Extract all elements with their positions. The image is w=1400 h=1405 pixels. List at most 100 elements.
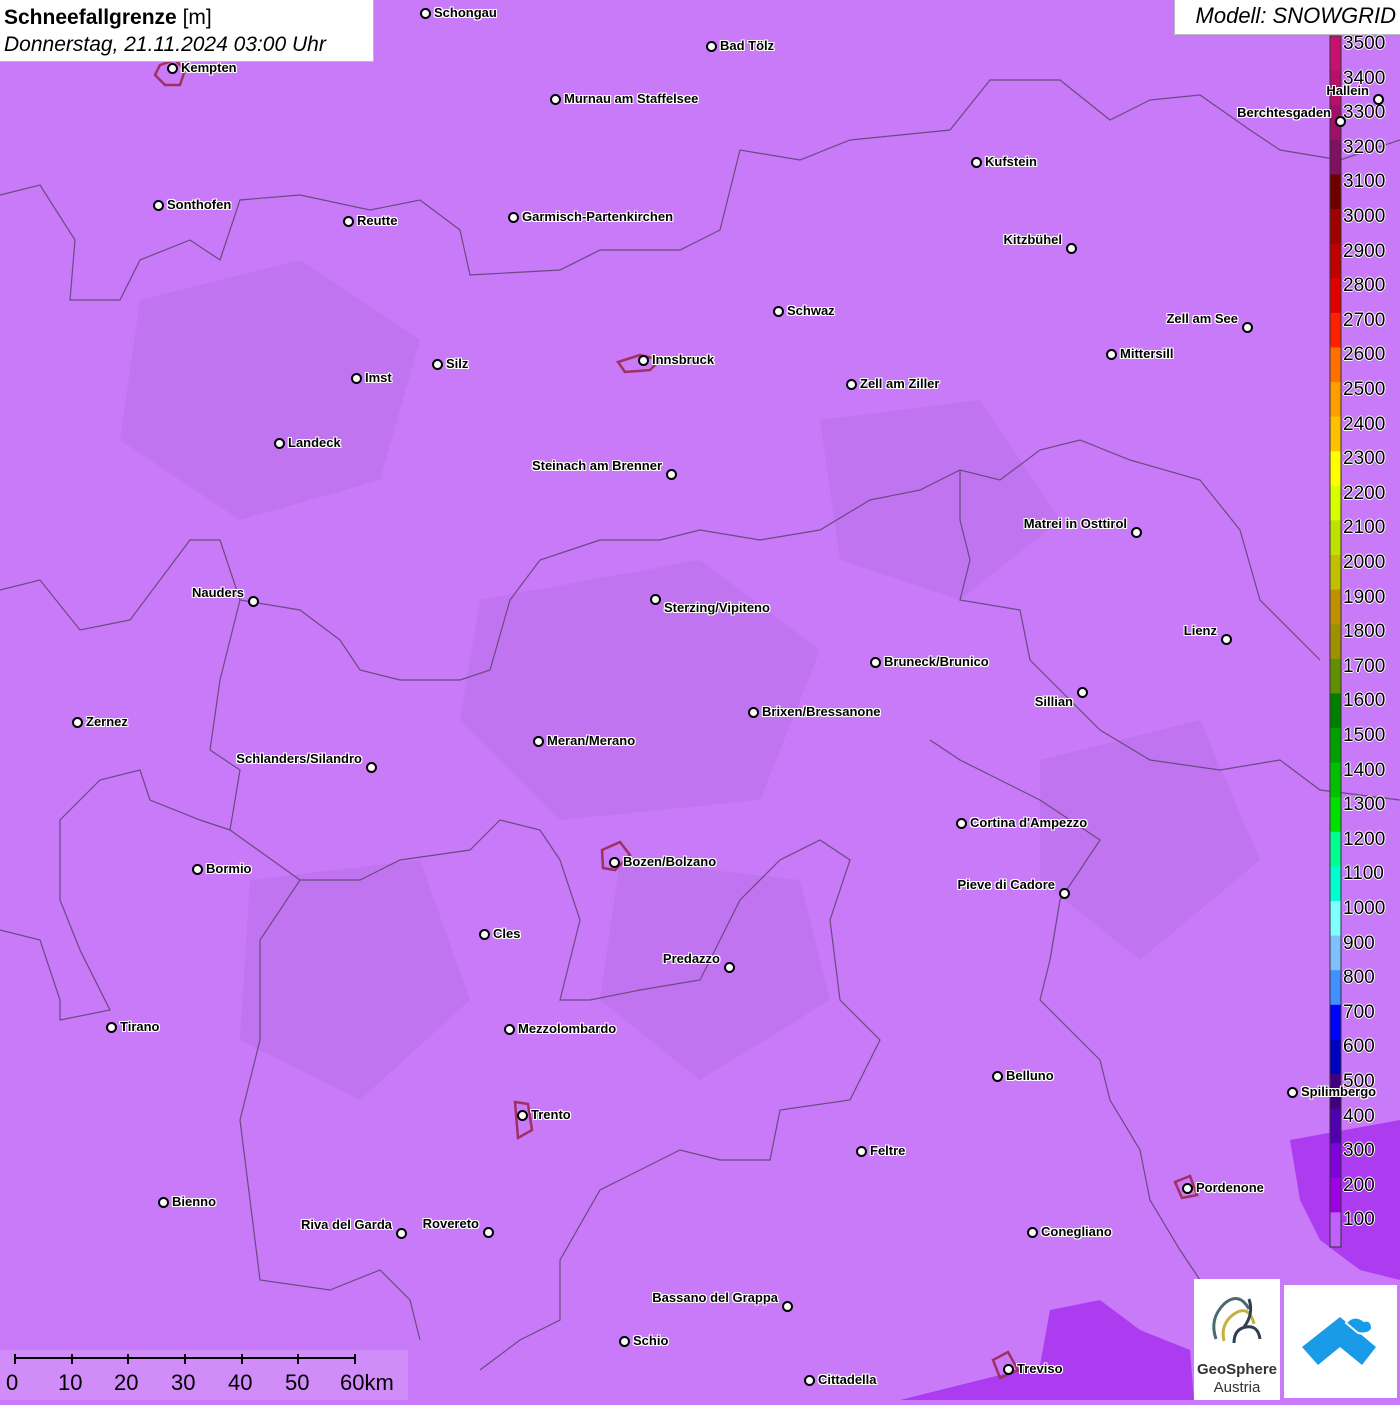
city-marker[interactable]	[1335, 116, 1346, 127]
city-label: Nauders	[191, 585, 244, 600]
legend-swatch	[1330, 589, 1341, 625]
legend-swatch	[1330, 1004, 1341, 1040]
legend-swatch	[1330, 312, 1341, 348]
city-marker[interactable]	[483, 1227, 494, 1238]
geosphere-logo[interactable]: GeoSphere Austria	[1194, 1279, 1280, 1400]
legend-swatch	[1330, 278, 1341, 314]
city-label: Spilimbergo	[1301, 1084, 1377, 1099]
city-marker[interactable]	[1287, 1087, 1298, 1098]
city-marker[interactable]	[1373, 94, 1384, 105]
city-marker[interactable]	[1131, 527, 1142, 538]
city-marker[interactable]	[517, 1110, 528, 1121]
legend-swatch	[1330, 1108, 1341, 1144]
city-marker[interactable]	[550, 94, 561, 105]
city-label: Reutte	[357, 213, 398, 228]
city-marker[interactable]	[343, 216, 354, 227]
city-marker[interactable]	[432, 359, 443, 370]
city-label: Pieve di Cadore	[957, 877, 1055, 892]
city-marker[interactable]	[706, 41, 717, 52]
city-marker[interactable]	[479, 929, 490, 940]
map-datetime: Donnerstag, 21.11.2024 03:00 Uhr	[4, 33, 326, 56]
city-label: Landeck	[288, 435, 341, 450]
city-marker[interactable]	[956, 818, 967, 829]
legend-swatch	[1330, 209, 1341, 245]
city-label: Bozen/Bolzano	[623, 854, 717, 869]
city-marker[interactable]	[1182, 1183, 1193, 1194]
city-marker[interactable]	[1066, 243, 1077, 254]
city-label: Bienno	[172, 1194, 217, 1209]
city-marker[interactable]	[1221, 634, 1232, 645]
city-marker[interactable]	[1059, 888, 1070, 899]
city-marker[interactable]	[396, 1228, 407, 1239]
legend-label: 200	[1343, 1174, 1375, 1196]
legend-swatch	[1330, 1212, 1341, 1248]
geosphere-name: GeoSphere	[1196, 1361, 1278, 1378]
legend-label: 1500	[1343, 725, 1386, 746]
legend-swatch	[1330, 1177, 1341, 1213]
app-logo[interactable]	[1284, 1285, 1397, 1398]
legend-label: 1800	[1343, 621, 1386, 643]
city-marker[interactable]	[248, 596, 259, 607]
city-label: Schwaz	[787, 303, 835, 318]
legend-label: 2400	[1343, 413, 1386, 435]
city-marker[interactable]	[609, 857, 620, 868]
legend-swatch	[1330, 347, 1341, 383]
city-label: Innsbruck	[652, 352, 715, 367]
legend-label: 2200	[1343, 482, 1386, 504]
model-label: Modell: SNOWGRID	[1174, 0, 1400, 35]
city-marker[interactable]	[971, 157, 982, 168]
city-marker[interactable]	[167, 63, 178, 74]
city-marker[interactable]	[782, 1301, 793, 1312]
city-marker[interactable]	[650, 594, 661, 605]
city-marker[interactable]	[666, 469, 677, 480]
legend-label: 1900	[1343, 586, 1386, 608]
scale-label: 60km	[340, 1370, 394, 1395]
city-marker[interactable]	[748, 707, 759, 718]
city-marker[interactable]	[274, 438, 285, 449]
title-unit: [m]	[182, 6, 212, 29]
legend-swatch	[1330, 485, 1341, 521]
city-marker[interactable]	[1077, 687, 1088, 698]
legend-swatch	[1330, 36, 1341, 72]
city-marker[interactable]	[870, 657, 881, 668]
city-marker[interactable]	[638, 355, 649, 366]
legend-swatch	[1330, 970, 1341, 1006]
city-marker[interactable]	[992, 1071, 1003, 1082]
city-marker[interactable]	[153, 200, 164, 211]
city-marker[interactable]	[773, 306, 784, 317]
city-marker[interactable]	[504, 1024, 515, 1035]
city-marker[interactable]	[846, 379, 857, 390]
city-marker[interactable]	[192, 864, 203, 875]
legend-label: 700	[1343, 1001, 1375, 1023]
city-marker[interactable]	[1027, 1227, 1038, 1238]
title-parameter: Schneefallgrenze	[4, 6, 177, 29]
city-label: Zell am Ziller	[860, 376, 940, 391]
legend-label: 1600	[1343, 690, 1386, 712]
city-marker[interactable]	[1242, 322, 1253, 333]
scale-label: 50	[285, 1370, 310, 1395]
city-label: Treviso	[1017, 1361, 1063, 1376]
city-label: Bruneck/Brunico	[884, 654, 989, 669]
city-marker[interactable]	[856, 1146, 867, 1157]
legend-label: 2500	[1343, 379, 1386, 400]
city-marker[interactable]	[1003, 1364, 1014, 1375]
city-marker[interactable]	[1106, 349, 1117, 360]
city-marker[interactable]	[508, 212, 519, 223]
city-label: Sonthofen	[167, 197, 232, 212]
legend-label: 1000	[1343, 898, 1386, 919]
legend-label: 1100	[1343, 863, 1384, 885]
city-marker[interactable]	[106, 1022, 117, 1033]
city-marker[interactable]	[351, 373, 362, 384]
city-marker[interactable]	[619, 1336, 630, 1347]
city-marker[interactable]	[420, 8, 431, 19]
legend-label: 3000	[1343, 206, 1386, 227]
city-marker[interactable]	[366, 762, 377, 773]
city-marker[interactable]	[804, 1375, 815, 1386]
city-marker[interactable]	[158, 1197, 169, 1208]
city-marker[interactable]	[724, 962, 735, 973]
city-marker[interactable]	[533, 736, 544, 747]
city-label: Rovereto	[422, 1216, 479, 1231]
geosphere-sub: Austria	[1213, 1379, 1261, 1396]
city-marker[interactable]	[72, 717, 83, 728]
legend-label: 2800	[1343, 275, 1386, 297]
